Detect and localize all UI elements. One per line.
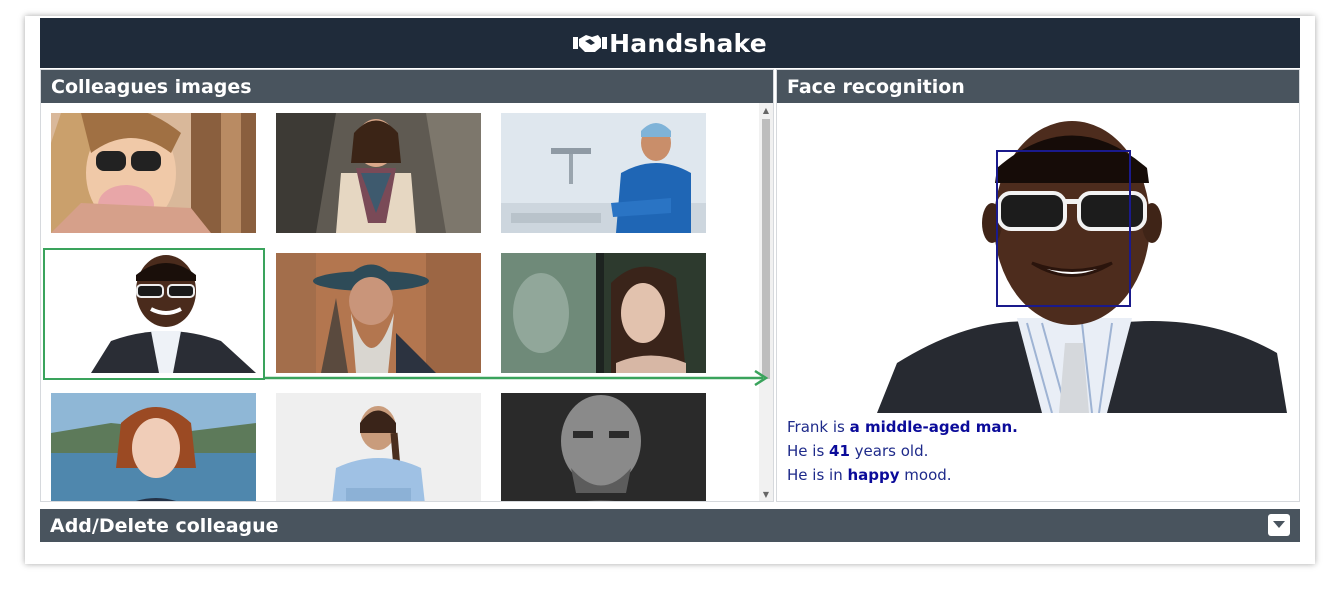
info-age-value: 41 [829,442,850,460]
info-line1-prefix: Frank is [787,418,850,436]
thumb-bald-man-bw[interactable] [501,393,706,501]
face-recognition-title: Face recognition [777,70,1299,103]
colleagues-panel-title: Colleagues images [41,70,773,103]
info-line-description: Frank is a middle-aged man. [787,415,1018,439]
recognition-info: Frank is a middle-aged man. He is 41 yea… [787,415,1018,487]
thumb-surgeon[interactable] [501,113,706,233]
info-mood-value: happy [847,466,900,484]
selection-arrow [263,370,769,386]
colleagues-gallery [41,103,759,501]
add-delete-colleague-title: Add/Delete colleague [50,514,279,537]
caret-down-icon [1273,521,1285,528]
app-header: Handshake [40,18,1300,68]
info-gender-age-group: a middle-aged man. [849,418,1018,436]
thumb-woman-sunglasses[interactable] [51,113,256,233]
info-line-mood: He is in happy mood. [787,463,1018,487]
face-recognition-panel: Face recognition Frank is a middle-aged … [776,69,1300,502]
info-line2-prefix: He is [787,442,830,460]
add-delete-colleague-bar[interactable]: Add/Delete colleague [40,509,1300,542]
recognized-face-image [877,113,1287,413]
expand-toggle-button[interactable] [1268,514,1290,536]
selected-colleague-highlight [43,248,265,380]
info-line3-suffix: mood. [899,466,952,484]
info-line2-suffix: years old. [849,442,929,460]
thumb-woman-window[interactable] [501,253,706,373]
thumb-bearded-man-hat[interactable] [276,253,481,373]
thumb-woman-scarf[interactable] [276,113,481,233]
thumb-redhead-woman[interactable] [51,393,256,501]
thumb-braided-woman[interactable] [276,393,481,501]
info-line3-prefix: He is in [787,466,848,484]
scroll-up-icon[interactable]: ▲ [759,103,773,117]
colleagues-panel: Colleagues images ▲ ▼ [40,69,774,502]
app-title: Handshake [609,28,767,58]
scrollbar-thumb[interactable] [762,119,770,379]
gallery-scrollbar[interactable]: ▲ ▼ [759,103,773,501]
handshake-icon [573,35,608,52]
info-line-age: He is 41 years old. [787,439,1018,463]
scroll-down-icon[interactable]: ▼ [759,487,773,501]
